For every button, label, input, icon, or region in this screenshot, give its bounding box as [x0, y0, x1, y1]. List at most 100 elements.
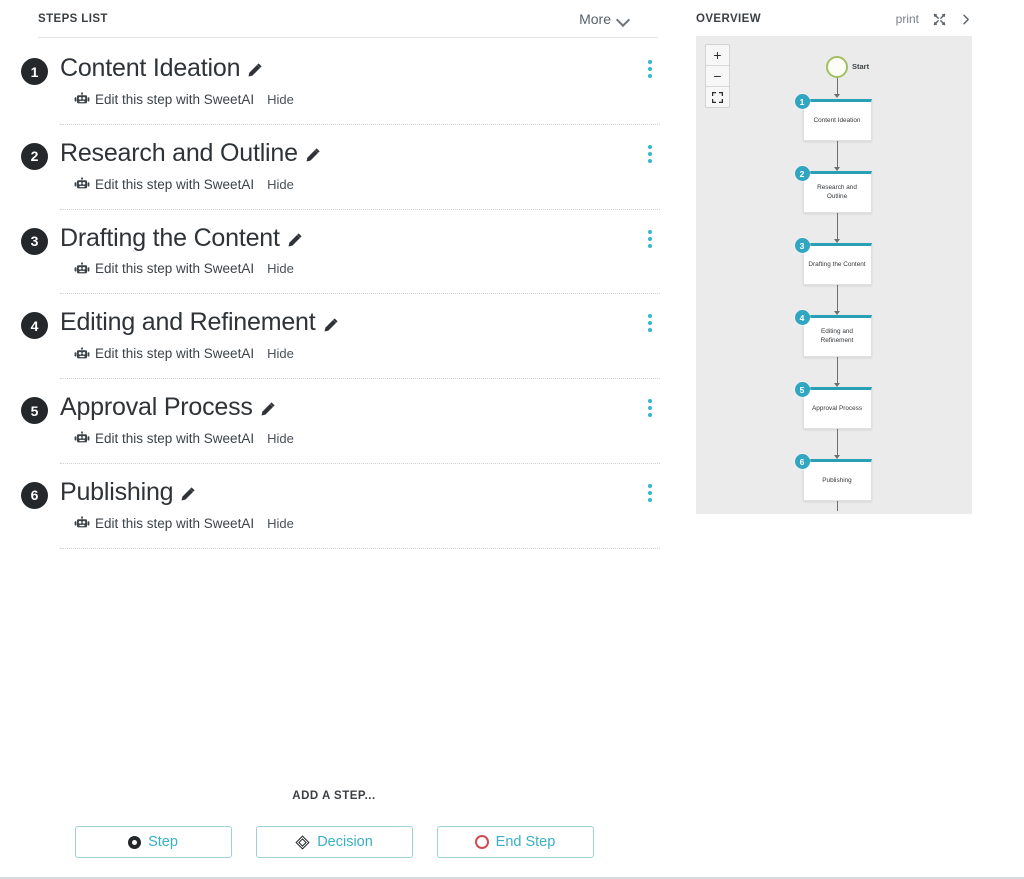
add-step-button-label: Step [148, 834, 178, 850]
flow-node-badge: 4 [794, 310, 810, 325]
step-row: 6 Publishing Edit this step with SweetAI Hi… [21, 464, 660, 549]
shuffle-expand-icon[interactable] [933, 13, 946, 26]
edit-pencil-icon[interactable] [260, 401, 276, 417]
hide-link[interactable]: Hide [267, 261, 294, 276]
flow-node-label: Content Ideation [813, 116, 861, 124]
step-menu-icon[interactable] [648, 144, 652, 163]
flow-node-label: Research and Outline [817, 184, 857, 200]
step-number-badge: 5 [21, 397, 48, 424]
hide-link[interactable]: Hide [267, 516, 294, 531]
step-title[interactable]: Publishing [60, 478, 174, 507]
step-title-line: Editing and Refinement [60, 308, 658, 337]
step-title[interactable]: Research and Outline [60, 139, 298, 168]
add-step-buttons: Step Decision End Step [0, 826, 668, 858]
step-title-line: Content Ideation [60, 54, 658, 83]
hide-link[interactable]: Hide [267, 431, 294, 446]
flow-node[interactable]: Research and Outline [802, 171, 872, 213]
step-ai-line: Edit this step with SweetAI Hide [74, 346, 658, 361]
steps-list-panel: STEPS LIST More 1 Content Ideation Edit th… [0, 0, 668, 879]
step-menu-icon[interactable] [648, 60, 652, 78]
edit-with-ai-link[interactable]: Edit this step with SweetAI [95, 516, 254, 531]
red-circle-outline-icon [474, 835, 489, 849]
step-divider [60, 547, 660, 549]
flow-node-badge: 5 [794, 382, 810, 397]
add-end-step-button[interactable]: End Step [436, 826, 594, 858]
step-title[interactable]: Drafting the Content [60, 224, 280, 253]
edit-pencil-icon[interactable] [287, 232, 303, 248]
step-row: 3 Drafting the Content Edit this step with… [21, 210, 660, 295]
flow-node[interactable]: Approval Process [802, 387, 872, 429]
add-step-section: ADD A STEP... Step Decision End Step [0, 790, 668, 858]
step-title[interactable]: Editing and Refinement [60, 308, 316, 337]
connector [837, 357, 838, 383]
flow-node-label: Editing and Refinement [820, 328, 854, 344]
step-number-badge: 3 [21, 227, 48, 255]
step-ai-line: Edit this step with SweetAI Hide [74, 431, 658, 446]
hide-link[interactable]: Hide [267, 346, 294, 361]
filled-circle-icon [128, 835, 142, 849]
step-title-line: Research and Outline [60, 139, 658, 168]
more-button-label[interactable]: More [579, 11, 611, 27]
edit-with-ai-link[interactable]: Edit this step with SweetAI [95, 177, 254, 192]
step-menu-icon[interactable] [648, 229, 652, 248]
flow-node[interactable]: Publishing [802, 459, 872, 501]
flow-node[interactable]: Drafting the Content [802, 243, 872, 285]
app-page: STEPS LIST More 1 Content Ideation Edit th… [0, 0, 1024, 879]
diamond-icon [295, 834, 310, 850]
step-menu-icon[interactable] [648, 314, 652, 333]
edit-with-ai-link[interactable]: Edit this step with SweetAI [95, 92, 254, 107]
step-number-badge: 2 [21, 142, 48, 170]
step-ai-line: Edit this step with SweetAI Hide [74, 516, 658, 531]
step-menu-icon[interactable] [648, 399, 652, 417]
overview-header-actions: print [896, 12, 972, 26]
flow-node[interactable]: Editing and Refinement [802, 315, 872, 357]
connector [837, 141, 838, 167]
edit-pencil-icon[interactable] [323, 317, 339, 333]
step-title[interactable]: Content Ideation [60, 54, 240, 83]
step-number-badge: 4 [21, 312, 48, 340]
start-node[interactable] [826, 56, 848, 78]
steps-list-header: STEPS LIST More [0, 0, 668, 38]
edit-with-ai-link[interactable]: Edit this step with SweetAI [95, 431, 254, 446]
flow-node-badge: 3 [794, 238, 810, 253]
chevron-down-icon[interactable] [617, 13, 630, 26]
robot-icon [74, 177, 90, 189]
add-decision-button-label: Decision [317, 834, 373, 850]
overview-title: OVERVIEW [696, 13, 761, 25]
edit-with-ai-link[interactable]: Edit this step with SweetAI [95, 346, 254, 361]
add-decision-button[interactable]: Decision [255, 826, 413, 858]
flow-node-badge: 2 [794, 166, 810, 181]
step-title-line: Approval Process [60, 393, 658, 422]
step-number-badge: 6 [21, 481, 48, 509]
chevron-right-icon[interactable] [960, 13, 972, 26]
steps-list-header-actions: More [579, 11, 658, 27]
page-title: STEPS LIST [38, 13, 108, 25]
step-number-badge: 1 [21, 58, 48, 85]
arrow-head [834, 94, 840, 98]
flow-node[interactable]: Content Ideation [802, 99, 872, 141]
flow-diagram: Start Content Ideation 1 Research and Outli… [696, 36, 972, 514]
step-title[interactable]: Approval Process [60, 393, 253, 422]
step-row: 5 Approval Process Edit this step with Swe… [21, 379, 660, 464]
hide-link[interactable]: Hide [267, 92, 294, 107]
step-title-line: Publishing [60, 478, 658, 507]
robot-icon [74, 431, 90, 443]
edit-pencil-icon[interactable] [180, 486, 196, 502]
edit-with-ai-link[interactable]: Edit this step with SweetAI [95, 261, 254, 276]
overview-canvas[interactable]: + − Start Content Ideation 1 Research and O… [696, 36, 972, 514]
robot-icon [74, 92, 90, 104]
flow-node-badge: 1 [794, 94, 810, 109]
connector [837, 429, 838, 455]
add-end-step-button-label: End Step [495, 834, 556, 850]
connector [837, 501, 838, 511]
step-ai-line: Edit this step with SweetAI Hide [74, 177, 658, 192]
flow-node-label: Publishing [822, 476, 852, 484]
edit-pencil-icon[interactable] [247, 62, 263, 78]
add-step-button[interactable]: Step [74, 826, 232, 858]
print-button[interactable]: print [896, 12, 919, 26]
hide-link[interactable]: Hide [267, 177, 294, 192]
connector [837, 285, 838, 311]
step-menu-icon[interactable] [648, 483, 652, 502]
edit-pencil-icon[interactable] [305, 147, 321, 163]
flow-node-label: Approval Process [811, 404, 863, 412]
